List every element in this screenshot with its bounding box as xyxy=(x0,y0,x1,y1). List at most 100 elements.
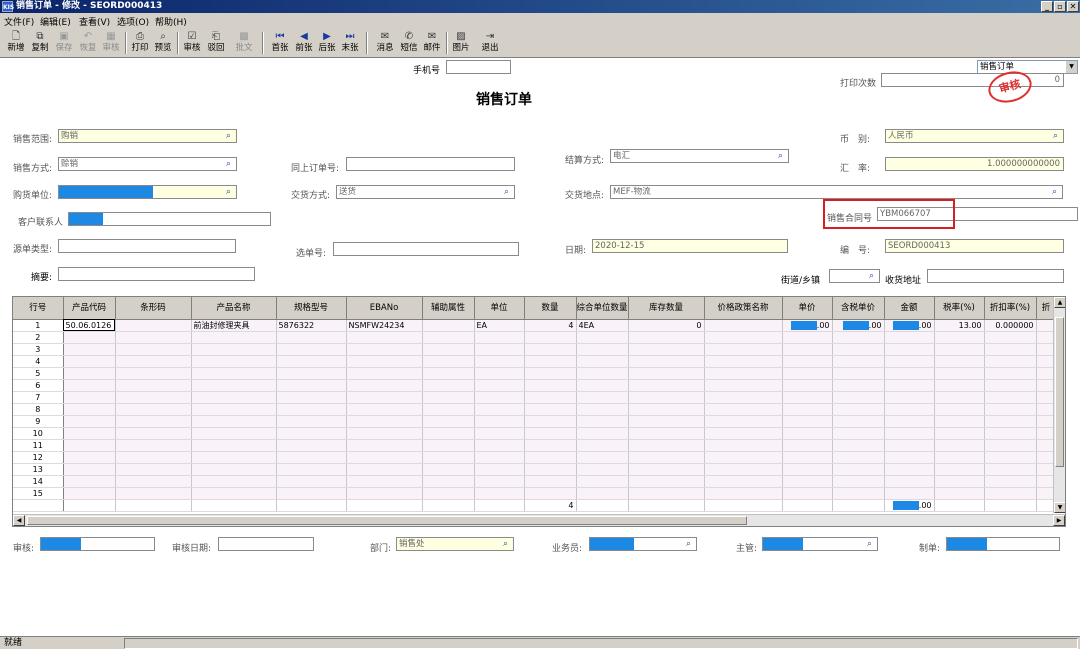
cell-price[interactable] xyxy=(782,451,833,464)
cell-aux[interactable] xyxy=(422,355,475,368)
cell-code[interactable] xyxy=(63,403,116,416)
cell-barcode[interactable] xyxy=(115,379,192,392)
cell-code[interactable] xyxy=(63,415,116,428)
cell-amount[interactable] xyxy=(884,379,935,392)
cell-spec[interactable] xyxy=(276,379,347,392)
cell-amount[interactable]: .00 xyxy=(884,319,935,332)
row-number[interactable]: 14 xyxy=(13,475,64,488)
cell-barcode[interactable] xyxy=(115,355,192,368)
cell-policy[interactable] xyxy=(704,331,783,344)
cell-policy[interactable] xyxy=(704,427,783,440)
column-header[interactable]: EBANo xyxy=(346,297,423,320)
cell-combo[interactable] xyxy=(576,343,629,356)
menu-options[interactable]: 选项(O) xyxy=(117,15,149,28)
preview-button[interactable]: ⌕ 预览 xyxy=(151,30,175,56)
cell-taxprice[interactable] xyxy=(832,403,885,416)
cell-combo[interactable] xyxy=(576,463,629,476)
cell-name[interactable] xyxy=(191,463,277,476)
cell-stock[interactable] xyxy=(628,475,705,488)
cell-amount[interactable] xyxy=(884,331,935,344)
mail-button[interactable]: ✉ 邮件 xyxy=(420,30,444,56)
table-row[interactable]: 7 xyxy=(13,391,1057,404)
cell-taxprice[interactable] xyxy=(832,379,885,392)
cell-ebano[interactable] xyxy=(346,403,423,416)
picture-button[interactable]: ▨ 图片 xyxy=(449,30,473,56)
cell-qty[interactable] xyxy=(524,487,577,500)
cell-policy[interactable] xyxy=(704,451,783,464)
cell-aux[interactable] xyxy=(422,487,475,500)
cell-qty[interactable] xyxy=(524,415,577,428)
cell-ebano[interactable] xyxy=(346,451,423,464)
contact-field[interactable] xyxy=(68,212,271,226)
cell-policy[interactable] xyxy=(704,403,783,416)
cell-taxrate[interactable] xyxy=(934,391,985,404)
cell-combo[interactable] xyxy=(576,379,629,392)
cell-discount[interactable] xyxy=(984,415,1037,428)
scroll-thumb[interactable] xyxy=(27,516,747,525)
close-button[interactable]: ✕ xyxy=(1067,1,1079,12)
row-number[interactable]: 5 xyxy=(13,367,64,380)
lookup-icon[interactable]: ⌕ xyxy=(865,270,878,282)
menu-view[interactable]: 查看(V) xyxy=(79,15,110,28)
vertical-scrollbar[interactable]: ▲ ▼ xyxy=(1053,297,1065,513)
cell-stock[interactable] xyxy=(628,403,705,416)
cell-taxprice[interactable] xyxy=(832,451,885,464)
cell-barcode[interactable] xyxy=(115,415,192,428)
cell-aux[interactable] xyxy=(422,439,475,452)
cell-combo[interactable] xyxy=(576,415,629,428)
new-button[interactable]: 🗋 新增 xyxy=(4,30,28,56)
minimize-button[interactable]: _ xyxy=(1041,1,1053,12)
cell-taxrate[interactable] xyxy=(934,415,985,428)
cell-code[interactable] xyxy=(63,487,116,500)
row-number[interactable]: 1 xyxy=(13,319,64,332)
scroll-thumb[interactable] xyxy=(1055,317,1064,467)
cell-barcode[interactable] xyxy=(115,319,192,332)
cell-policy[interactable] xyxy=(704,319,783,332)
cell-price[interactable]: .00 xyxy=(782,319,833,332)
table-row[interactable]: 5 xyxy=(13,367,1057,380)
next-record-button[interactable]: ▶ 后张 xyxy=(315,30,339,56)
rate-field[interactable]: 1.000000000000 xyxy=(885,157,1064,171)
cell-stock[interactable] xyxy=(628,487,705,500)
cell-spec[interactable] xyxy=(276,451,347,464)
cell-price[interactable] xyxy=(782,427,833,440)
cell-ebano[interactable] xyxy=(346,463,423,476)
cell-qty[interactable] xyxy=(524,451,577,464)
cell-spec[interactable] xyxy=(276,439,347,452)
cell-amount[interactable] xyxy=(884,463,935,476)
cell-amount[interactable] xyxy=(884,475,935,488)
menu-help[interactable]: 帮助(H) xyxy=(155,15,187,28)
cell-ebano[interactable] xyxy=(346,367,423,380)
row-number[interactable]: 4 xyxy=(13,355,64,368)
cell-spec[interactable] xyxy=(276,475,347,488)
cell-amount[interactable] xyxy=(884,355,935,368)
salesman-field[interactable]: ⌕ xyxy=(589,537,697,551)
cell-ebano[interactable] xyxy=(346,331,423,344)
cell-ebano[interactable] xyxy=(346,439,423,452)
cell-qty[interactable] xyxy=(524,475,577,488)
maker-field[interactable] xyxy=(946,537,1060,551)
cell-price[interactable] xyxy=(782,367,833,380)
cell-stock[interactable] xyxy=(628,331,705,344)
cell-unit[interactable] xyxy=(474,427,525,440)
cell-ebano[interactable] xyxy=(346,415,423,428)
column-header[interactable]: 含税单价 xyxy=(832,297,885,320)
column-header[interactable]: 折扣率(%) xyxy=(984,297,1037,320)
scroll-down-icon[interactable]: ▼ xyxy=(1054,502,1065,513)
cell-discount[interactable] xyxy=(984,343,1037,356)
cell-name[interactable] xyxy=(191,343,277,356)
cell-amount[interactable] xyxy=(884,343,935,356)
cell-amount[interactable] xyxy=(884,367,935,380)
cell-spec[interactable]: 5876322 xyxy=(276,319,347,332)
cell-ebano[interactable] xyxy=(346,355,423,368)
cell-ebano[interactable] xyxy=(346,487,423,500)
cell-policy[interactable] xyxy=(704,391,783,404)
cell-discount[interactable] xyxy=(984,439,1037,452)
cell-policy[interactable] xyxy=(704,439,783,452)
cell-taxprice[interactable] xyxy=(832,367,885,380)
cell-stock[interactable] xyxy=(628,463,705,476)
chevron-down-icon[interactable]: ▼ xyxy=(1066,61,1077,73)
cell-amount[interactable] xyxy=(884,415,935,428)
cell-policy[interactable] xyxy=(704,379,783,392)
cell-aux[interactable] xyxy=(422,463,475,476)
